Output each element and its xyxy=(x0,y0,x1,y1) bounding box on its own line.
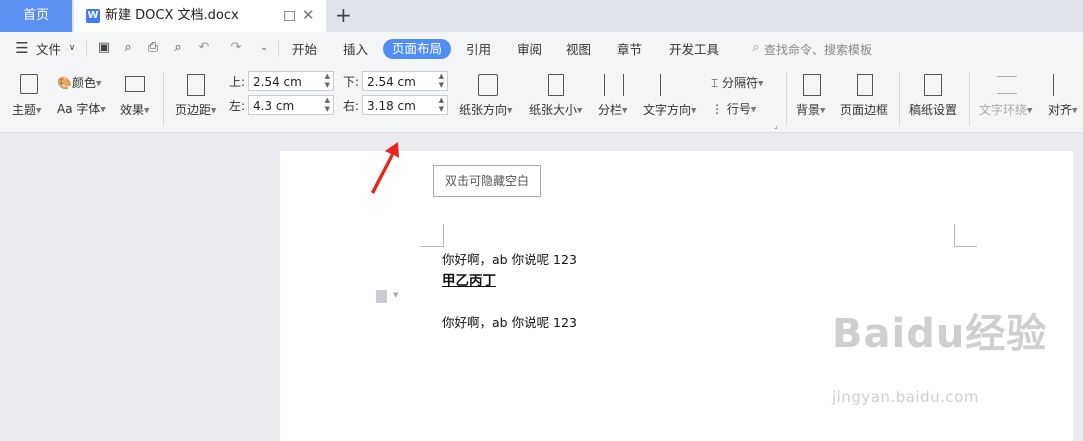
red-arrow-annotation xyxy=(371,142,399,194)
wps-doc-icon: W xyxy=(86,9,100,23)
save-icon[interactable]: ▣ xyxy=(96,40,112,56)
dialog-launcher-icon[interactable]: ⌟ xyxy=(774,118,778,134)
color-button[interactable]: 🎨颜色▼ xyxy=(57,75,101,92)
line-numbers-button[interactable]: ⋮ 行号▼ xyxy=(711,101,756,118)
margin-right-input[interactable]: 3.18 cm ▲ ▼ xyxy=(362,95,448,115)
margins-icon[interactable] xyxy=(187,74,205,96)
menu-tab-developer[interactable]: 开发工具 xyxy=(669,41,719,59)
divider xyxy=(163,72,164,126)
paragraph-layout-icon[interactable] xyxy=(376,290,387,303)
line-numbers-icon: ⋮ xyxy=(711,102,723,116)
spinner-icon[interactable]: ▲ ▼ xyxy=(439,72,444,90)
margin-right-label: 右: xyxy=(343,99,360,113)
tab-bar: 首页 W 新建 DOCX 文档.docx ✕ + xyxy=(0,0,1083,32)
breaks-icon: ⌶ xyxy=(711,76,719,90)
effects-button[interactable]: 效果▼ xyxy=(120,102,149,119)
columns-button[interactable]: 分栏▼ xyxy=(598,102,627,119)
chevron-down-icon[interactable]: ▼ xyxy=(393,291,398,299)
orientation-icon[interactable] xyxy=(478,74,498,96)
baidu-watermark: Baidu经验 xyxy=(832,311,1048,357)
file-menu[interactable]: 文件 xyxy=(36,41,61,59)
spinner-icon[interactable]: ▲ ▼ xyxy=(325,72,330,90)
spinner-icon[interactable]: ▲ ▼ xyxy=(325,96,330,114)
tab-home[interactable]: 首页 xyxy=(0,0,72,32)
hide-blank-button[interactable]: 双击可隐藏空白 xyxy=(433,165,541,197)
page-border-icon[interactable] xyxy=(857,74,873,96)
document-tab-title: 新建 DOCX 文档.docx xyxy=(105,8,239,23)
menu-tab-section[interactable]: 章节 xyxy=(617,41,642,59)
font-button[interactable]: Aa 字体▼ xyxy=(57,101,106,118)
text-direction-icon[interactable] xyxy=(660,74,680,96)
page-border-button[interactable]: 页面边框 xyxy=(840,102,888,118)
float-window-icon[interactable] xyxy=(284,11,295,21)
search-icon[interactable]: ⌕ xyxy=(748,40,764,56)
margin-bottom-label: 下: xyxy=(343,75,360,89)
format-painter-icon[interactable]: ⌕ xyxy=(120,40,136,56)
menu-tab-page-layout[interactable]: 页面布局 xyxy=(383,39,451,59)
print-icon[interactable]: ⎙ xyxy=(145,40,161,56)
margin-corner-marker xyxy=(421,224,444,247)
theme-button[interactable]: 主题▼ xyxy=(12,102,41,119)
menu-bar: ☰ 文件 ∨ ▣ ⌕ ⎙ ⌕ ↶ ↷ ⌄ 开始 插入 页面布局 引用 审阅 视图… xyxy=(0,32,1083,66)
undo-icon[interactable]: ↶ xyxy=(196,40,212,56)
command-search[interactable]: 查找命令、搜索模板 xyxy=(764,41,872,59)
align-icon[interactable] xyxy=(1053,74,1073,96)
margin-corner-marker xyxy=(954,224,977,247)
menu-tab-insert[interactable]: 插入 xyxy=(343,41,368,59)
menu-icon[interactable]: ☰ xyxy=(14,40,30,56)
margin-left-label: 左: xyxy=(229,99,246,113)
orientation-button[interactable]: 纸张方向▼ xyxy=(459,102,512,119)
margin-top-input[interactable]: 2.54 cm ▲ ▼ xyxy=(248,71,334,91)
menu-tab-view[interactable]: 视图 xyxy=(566,41,591,59)
margin-left-input[interactable]: 4.3 cm ▲ ▼ xyxy=(248,95,334,115)
divider xyxy=(899,72,900,126)
align-button[interactable]: 对齐▼ xyxy=(1048,102,1077,119)
theme-icon[interactable] xyxy=(20,74,38,94)
document-line[interactable]: 你好啊，ab 你说呢 123 xyxy=(442,249,577,268)
divider xyxy=(278,41,279,57)
chevron-down-icon[interactable]: ∨ xyxy=(64,40,80,56)
more-chevron-icon[interactable]: ⌄ xyxy=(256,40,272,56)
page-size-button[interactable]: 纸张大小▼ xyxy=(529,102,582,119)
menu-tab-references[interactable]: 引用 xyxy=(466,41,491,59)
grid-paper-button[interactable]: 稿纸设置 xyxy=(909,102,957,118)
grid-paper-icon[interactable] xyxy=(924,74,942,96)
text-wrap-button: 文字环绕▼ xyxy=(979,103,1033,117)
tab-document[interactable]: W 新建 DOCX 文档.docx ✕ xyxy=(74,0,326,32)
margin-bottom-input[interactable]: 2.54 cm ▲ ▼ xyxy=(362,71,448,91)
background-button[interactable]: 背景▼ xyxy=(796,102,825,119)
preview-icon[interactable]: ⌕ xyxy=(170,40,186,56)
document-line[interactable]: 你好啊，ab 你说呢 123 xyxy=(442,312,577,331)
divider xyxy=(969,72,970,126)
menu-tab-review[interactable]: 审阅 xyxy=(517,41,542,59)
margins-button[interactable]: 页边距▼ xyxy=(175,102,216,119)
background-icon[interactable] xyxy=(803,74,821,96)
text-wrap-icon xyxy=(997,76,1017,94)
columns-icon[interactable] xyxy=(604,74,624,96)
close-icon[interactable]: ✕ xyxy=(302,7,315,23)
plus-icon[interactable]: + xyxy=(335,3,352,27)
watermark-url: jingyan.baidu.com xyxy=(832,388,979,406)
text-direction-button[interactable]: 文字方向▼ xyxy=(643,102,696,119)
breaks-button[interactable]: ⌶ 分隔符▼ xyxy=(711,75,763,92)
page-size-icon[interactable] xyxy=(548,74,564,96)
redo-icon[interactable]: ↷ xyxy=(228,40,244,56)
spinner-icon[interactable]: ▲ ▼ xyxy=(439,96,444,114)
effects-icon[interactable] xyxy=(125,76,145,92)
ribbon-page-layout: 主题▼ 🎨颜色▼ Aa 字体▼ 效果▼ 页边距▼ 上: 2.54 cm ▲ ▼ 下… xyxy=(0,66,1083,133)
document-heading[interactable]: 甲乙丙丁 xyxy=(442,269,496,289)
menu-tab-start[interactable]: 开始 xyxy=(292,41,317,59)
divider xyxy=(86,41,87,57)
divider xyxy=(786,72,787,126)
margin-top-label: 上: xyxy=(229,75,246,89)
